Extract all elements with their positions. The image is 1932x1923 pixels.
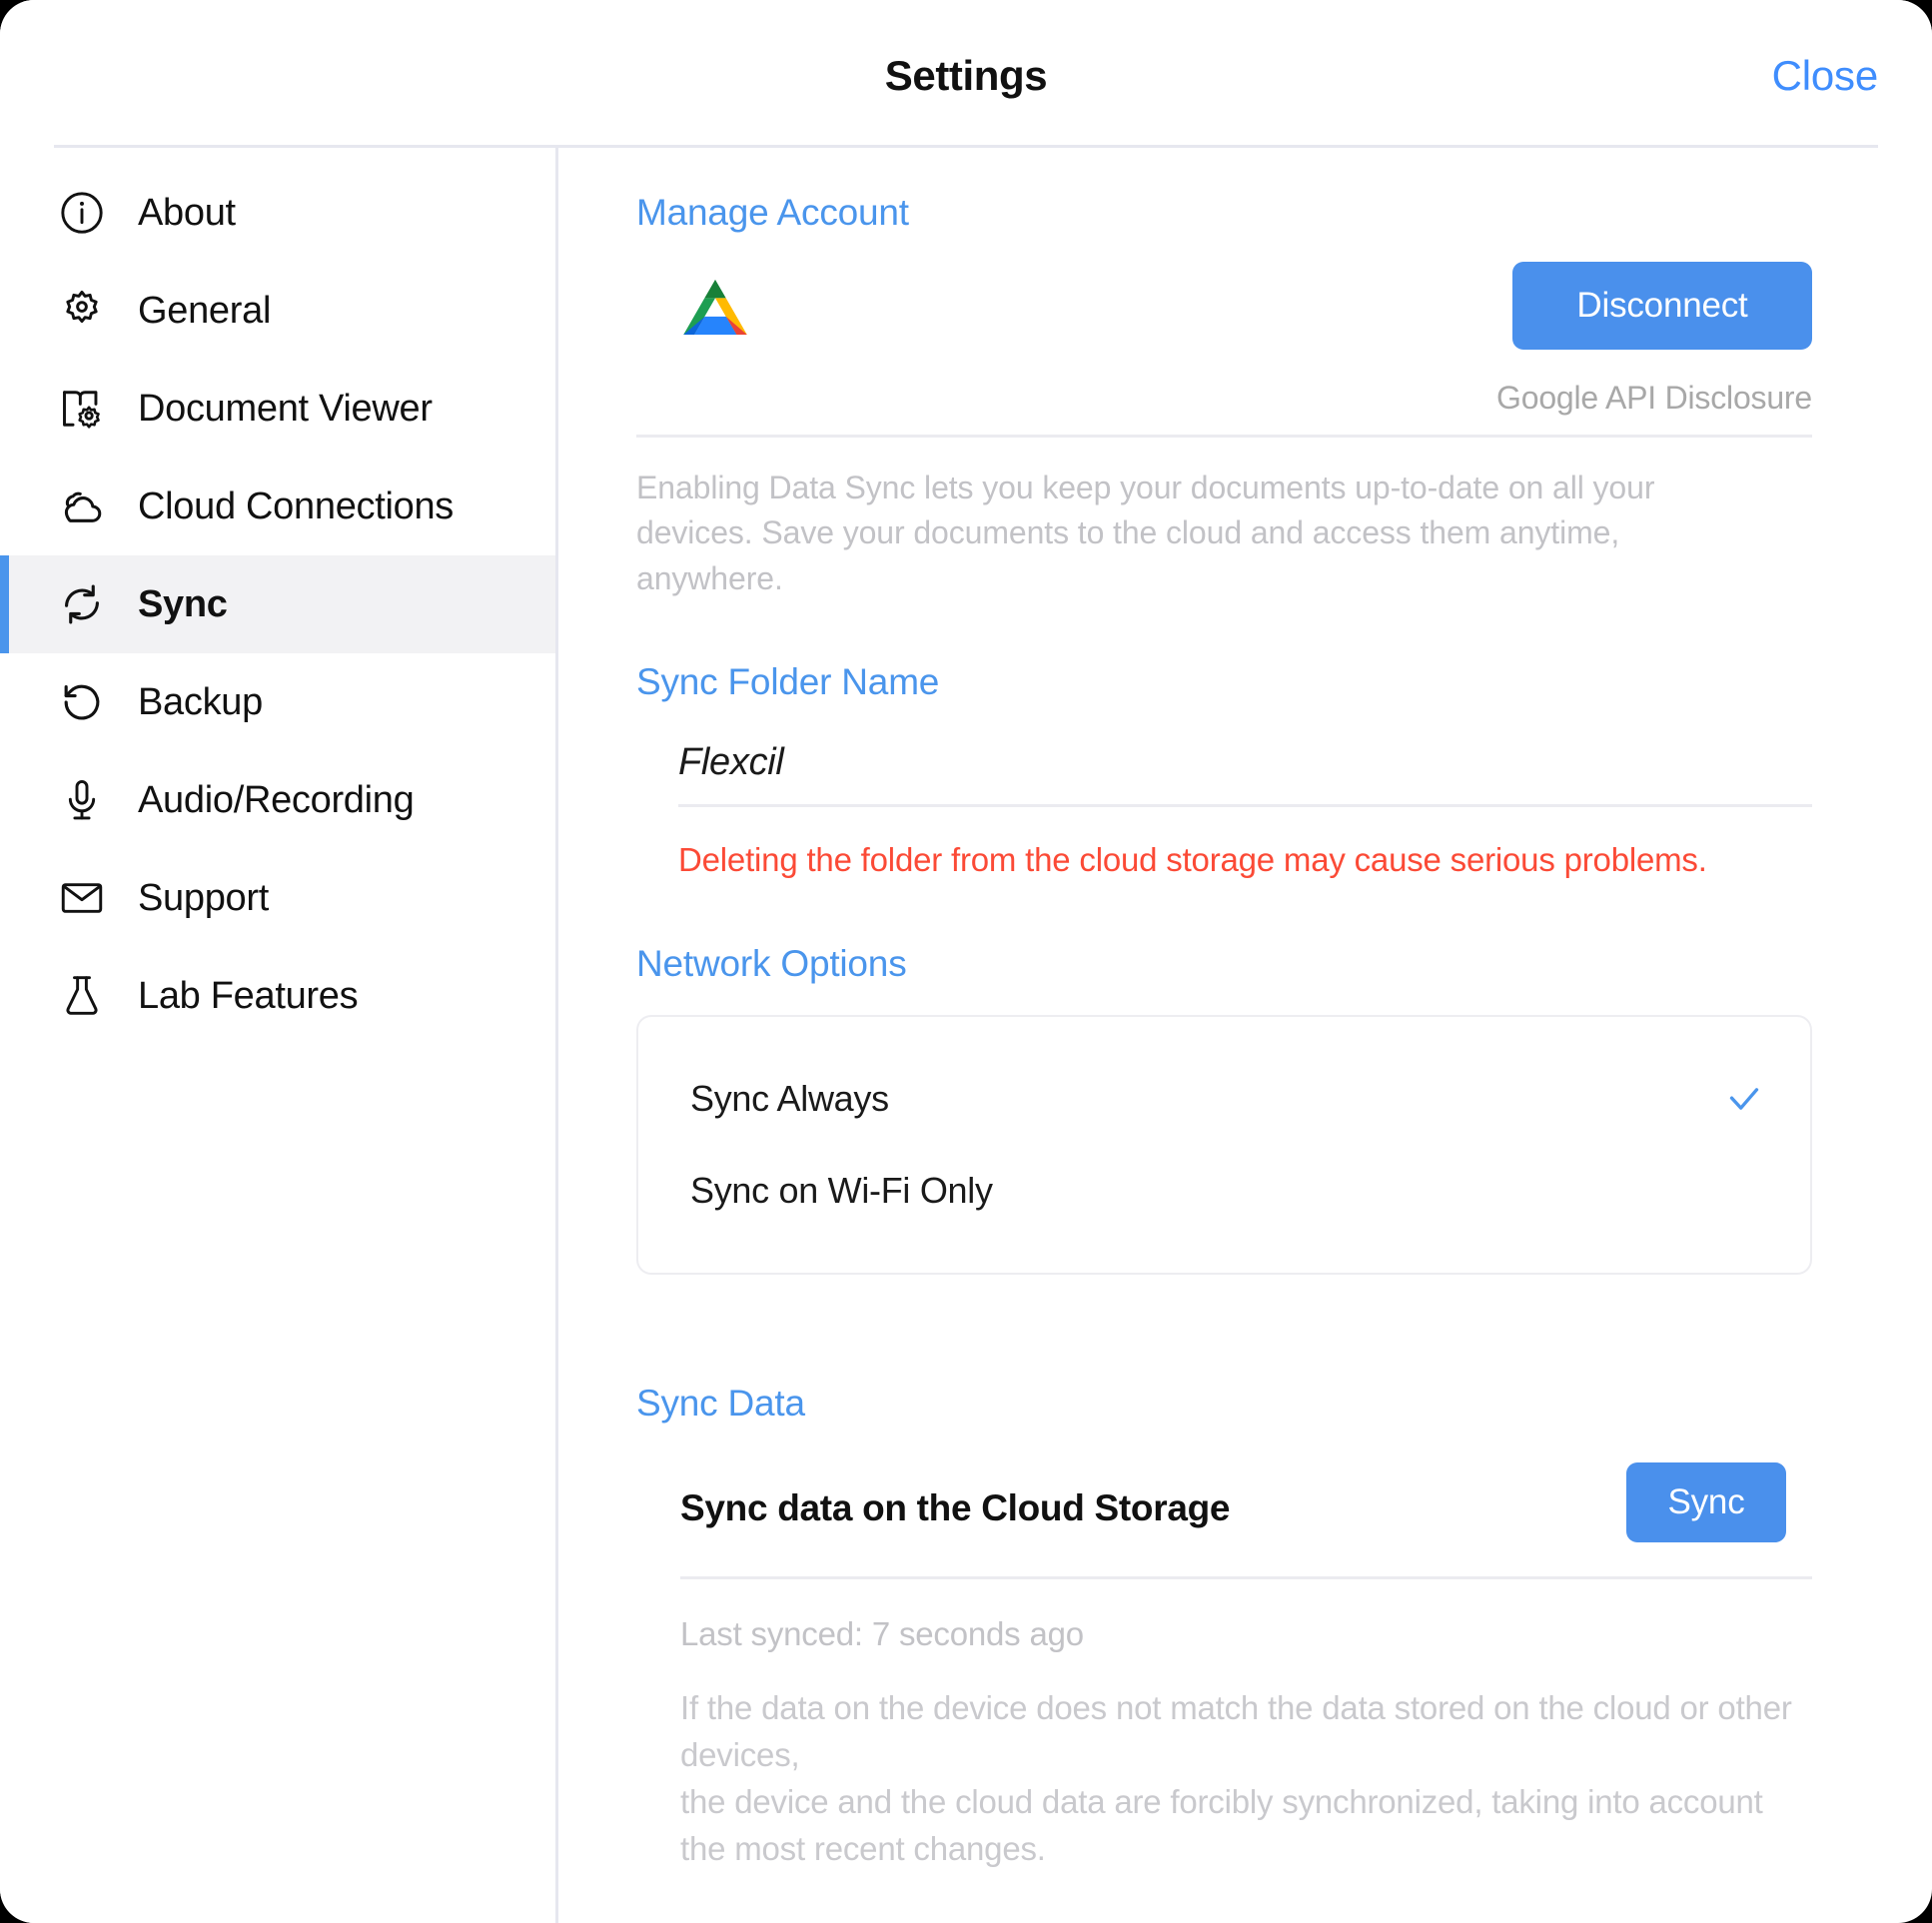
sync-data-divider xyxy=(680,1576,1812,1580)
sync-refresh-icon xyxy=(56,578,108,630)
book-gear-icon xyxy=(56,383,108,435)
sidebar-item-label: Document Viewer xyxy=(138,387,433,430)
sync-folder-name-header: Sync Folder Name xyxy=(636,661,940,703)
settings-sidebar: About General Document Viewer Cloud Conn… xyxy=(0,148,558,1923)
sidebar-item-label: Backup xyxy=(138,680,263,723)
gear-icon xyxy=(56,285,108,337)
settings-window: Settings Close About General Document Vi… xyxy=(0,0,1932,1923)
account-row: Disconnect xyxy=(636,262,1812,354)
manage-account-divider xyxy=(636,435,1812,438)
network-option-label: Sync Always xyxy=(690,1078,889,1120)
sync-folder-underline xyxy=(678,804,1812,808)
network-options-header: Network Options xyxy=(636,943,907,985)
sidebar-item-backup[interactable]: Backup xyxy=(0,653,558,751)
sidebar-item-label: Cloud Connections xyxy=(138,484,454,527)
network-option-sync-wifi-only[interactable]: Sync on Wi-Fi Only xyxy=(638,1145,1810,1237)
sync-data-note: If the data on the device does not match… xyxy=(680,1689,1792,1867)
last-synced-status: Last synced: 7 seconds ago xyxy=(680,1615,1084,1653)
sidebar-item-general[interactable]: General xyxy=(0,262,558,360)
sidebar-item-audio-recording[interactable]: Audio/Recording xyxy=(0,751,558,849)
flask-icon xyxy=(56,970,108,1022)
restore-arrow-icon xyxy=(56,676,108,728)
sidebar-item-label: About xyxy=(138,191,236,234)
cloud-icon xyxy=(56,481,108,532)
sync-folder-warning: Deleting the folder from the cloud stora… xyxy=(678,841,1707,879)
sync-folder-name-input[interactable] xyxy=(678,741,1812,805)
network-option-label: Sync on Wi-Fi Only xyxy=(690,1170,993,1212)
sidebar-item-label: Sync xyxy=(138,582,228,625)
sync-folder-input-wrap xyxy=(636,741,1812,805)
sidebar-item-label: Support xyxy=(138,876,269,919)
sync-description: Enabling Data Sync lets you keep your do… xyxy=(636,470,1655,596)
sync-data-row: Sync data on the Cloud Storage Sync xyxy=(636,1462,1812,1554)
window-body: About General Document Viewer Cloud Conn… xyxy=(0,148,1932,1923)
manage-account-header: Manage Account xyxy=(636,192,909,233)
sidebar-item-label: Audio/Recording xyxy=(138,778,415,821)
sync-data-label: Sync data on the Cloud Storage xyxy=(680,1487,1231,1529)
sidebar-item-label: Lab Features xyxy=(138,974,359,1017)
google-drive-icon xyxy=(680,277,750,339)
google-api-disclosure-link[interactable]: Google API Disclosure xyxy=(636,380,1812,417)
sidebar-item-about[interactable]: About xyxy=(0,164,558,262)
sync-data-header: Sync Data xyxy=(636,1383,805,1425)
close-button[interactable]: Close xyxy=(1772,52,1879,100)
sidebar-item-cloud-connections[interactable]: Cloud Connections xyxy=(0,458,558,555)
sync-button[interactable]: Sync xyxy=(1626,1462,1786,1543)
sidebar-item-support[interactable]: Support xyxy=(0,849,558,947)
envelope-icon xyxy=(56,872,108,924)
sidebar-item-document-viewer[interactable]: Document Viewer xyxy=(0,360,558,458)
microphone-icon xyxy=(56,774,108,826)
settings-content-sync: Manage Account Disconnect Google API Dis… xyxy=(558,148,1932,1923)
sidebar-item-lab-features[interactable]: Lab Features xyxy=(0,947,558,1045)
info-circle-icon xyxy=(56,187,108,239)
network-option-sync-always[interactable]: Sync Always xyxy=(638,1053,1810,1145)
disconnect-button[interactable]: Disconnect xyxy=(1512,262,1812,350)
sidebar-item-sync[interactable]: Sync xyxy=(0,555,558,653)
page-title: Settings xyxy=(884,52,1048,99)
sidebar-item-label: General xyxy=(138,289,272,332)
network-options-card: Sync Always Sync on Wi-Fi Only xyxy=(636,1015,1812,1276)
check-icon xyxy=(1724,1079,1764,1119)
window-header: Settings Close xyxy=(0,0,1932,148)
